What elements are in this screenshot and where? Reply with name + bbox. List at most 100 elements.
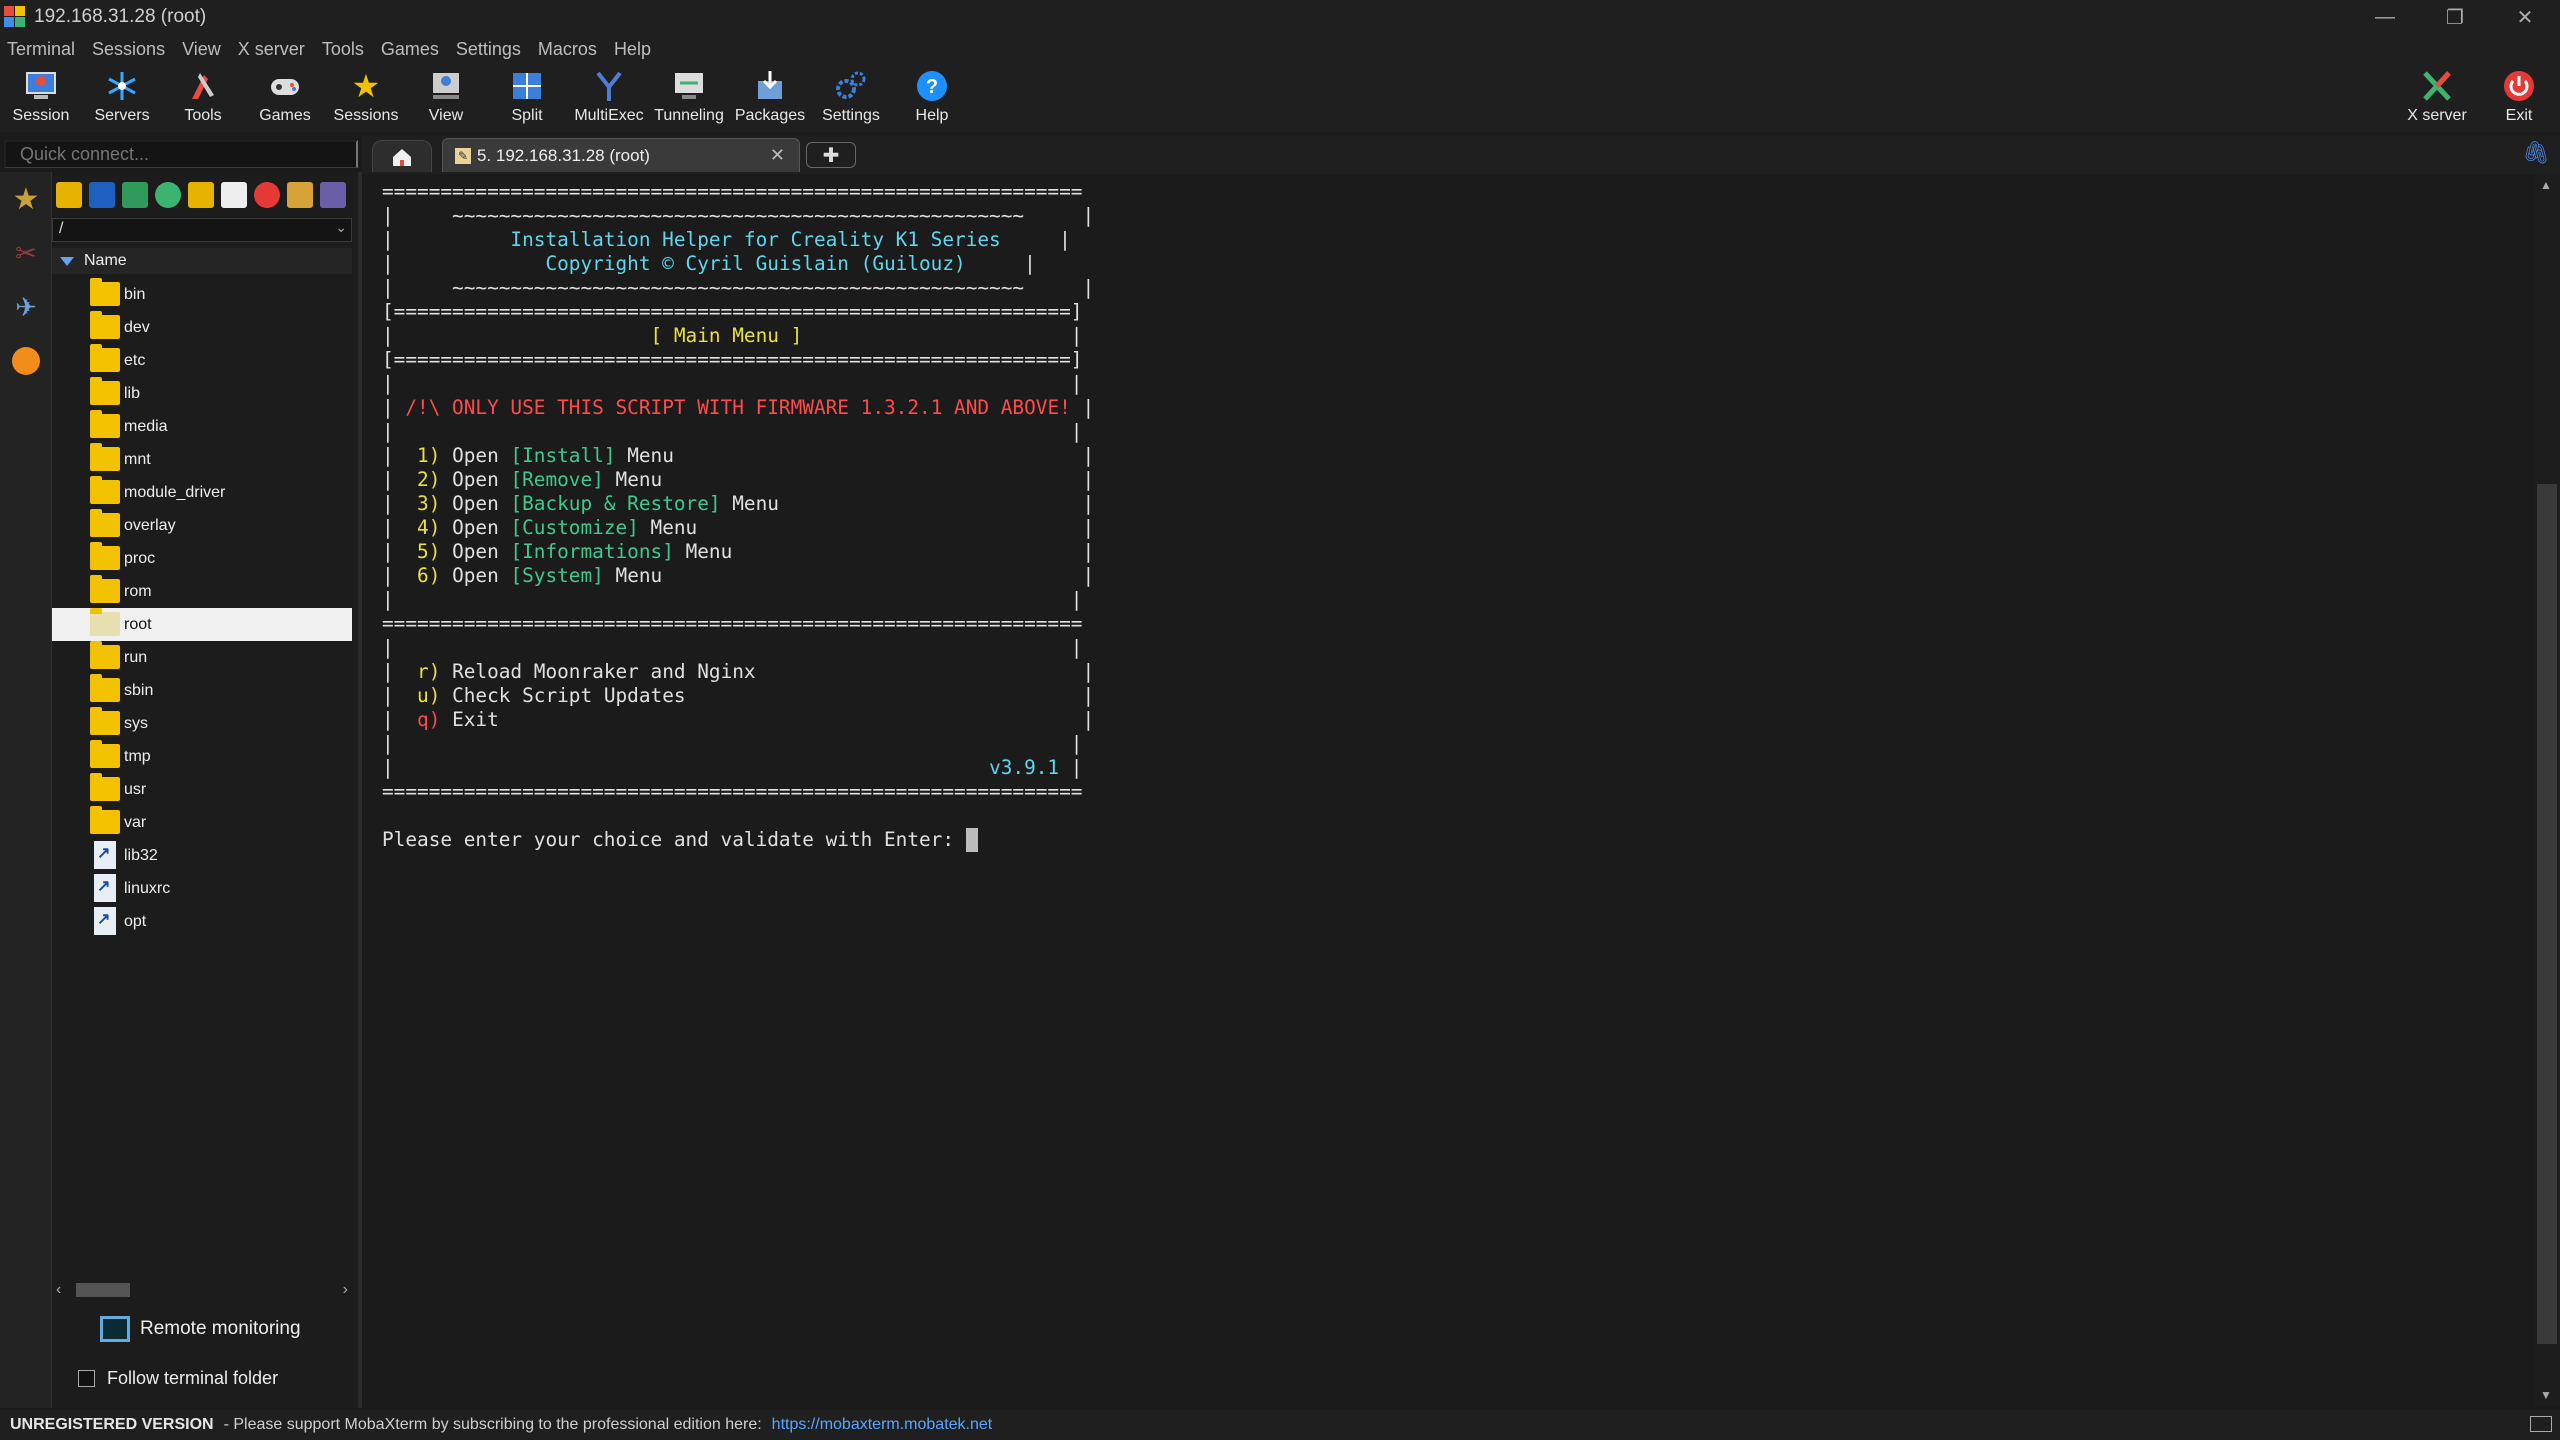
new-folder-icon[interactable] (188, 182, 214, 208)
sftp-horizontal-scrollbar[interactable]: ‹ › (52, 1280, 352, 1300)
new-file-icon[interactable] (221, 182, 247, 208)
folder-icon (90, 773, 120, 801)
terminal-scrollbar[interactable]: ▲ ▼ (2534, 174, 2560, 1406)
chevron-right-icon[interactable]: › (343, 1281, 348, 1299)
menu-settings[interactable]: Settings (449, 39, 531, 60)
terminal[interactable]: ========================================… (362, 174, 2534, 1406)
tunneling-button[interactable]: Tunneling (649, 64, 729, 132)
chevron-down-icon[interactable]: ⌄ (335, 219, 347, 236)
file-row-etc[interactable]: etc (52, 344, 352, 377)
remote-monitoring-button[interactable]: Remote monitoring (100, 1316, 301, 1342)
terminal-segment: [Remove] (510, 468, 604, 491)
menu-x-server[interactable]: X server (231, 39, 315, 60)
paperclip-icon[interactable]: 🖇 (2522, 140, 2550, 166)
file-row-linuxrc[interactable]: linuxrc (52, 872, 352, 905)
file-row-usr[interactable]: usr (52, 773, 352, 806)
ssh-session-icon: ✎ (455, 147, 471, 164)
mobaxterm-app-icon[interactable] (4, 6, 26, 28)
scroll-down-icon[interactable]: ▼ (2540, 1388, 2552, 1402)
file-row-rom[interactable]: rom (52, 575, 352, 608)
help-button[interactable]: ? Help (892, 64, 972, 132)
sessions-button[interactable]: ★ Sessions (326, 64, 406, 132)
terminal-segment: [Install] (510, 444, 616, 467)
file-row-lib[interactable]: lib (52, 377, 352, 410)
restore-icon[interactable]: ❐ (2420, 0, 2490, 34)
file-row-media[interactable]: media (52, 410, 352, 443)
download-icon[interactable] (89, 182, 115, 208)
file-row-sbin[interactable]: sbin (52, 674, 352, 707)
terminal-segment: | (382, 468, 418, 491)
new-tab-button[interactable]: ✚ (806, 142, 856, 168)
file-row-root[interactable]: root (52, 608, 352, 641)
menu-terminal[interactable]: Terminal (0, 39, 85, 60)
terminal-segment: Open (440, 516, 511, 539)
view-button[interactable]: View (406, 64, 486, 132)
upload-icon[interactable] (122, 182, 148, 208)
sidebar-sftp[interactable]: ✈ (0, 280, 52, 334)
folder-icon (90, 311, 120, 339)
terminal-segment: 6) (417, 564, 441, 587)
multiexec-button[interactable]: MultiExec (569, 64, 649, 132)
remote-monitoring-label: Remote monitoring (140, 1318, 301, 1339)
file-row-sys[interactable]: sys (52, 707, 352, 740)
file-row-var[interactable]: var (52, 806, 352, 839)
file-row-bin[interactable]: bin (52, 278, 352, 311)
servers-button[interactable]: Servers (82, 64, 162, 132)
close-icon[interactable]: ✕ (2490, 0, 2560, 34)
menu-macros[interactable]: Macros (531, 39, 607, 60)
sidebar-tools[interactable]: ✂ (0, 226, 52, 280)
file-row-opt[interactable]: opt (52, 905, 352, 938)
session-tab[interactable]: ✎ 5. 192.168.31.28 (root) ✕ (442, 138, 800, 172)
follow-terminal-folder-checkbox[interactable]: Follow terminal folder (78, 1368, 278, 1389)
menu-games[interactable]: Games (374, 39, 449, 60)
sidebar-macros[interactable] (0, 334, 52, 388)
sidebar-sessions-star[interactable]: ★ (0, 172, 52, 226)
packages-button[interactable]: Packages (730, 64, 810, 132)
games-button[interactable]: Games (245, 64, 325, 132)
menu-tools[interactable]: Tools (315, 39, 374, 60)
tools-button[interactable]: Tools (163, 64, 243, 132)
menu-sessions[interactable]: Sessions (85, 39, 175, 60)
terminal-segment: [Informations] (510, 540, 674, 563)
file-row-dev[interactable]: dev (52, 311, 352, 344)
terminal-segment: 5) (417, 540, 441, 563)
checkbox[interactable] (78, 1370, 95, 1387)
quick-connect-input[interactable] (4, 140, 358, 168)
file-row-run[interactable]: run (52, 641, 352, 674)
x-server-button[interactable]: X server (2397, 64, 2477, 132)
file-row-overlay[interactable]: overlay (52, 509, 352, 542)
chevron-left-icon[interactable]: ‹ (56, 1281, 61, 1299)
permissions-icon[interactable] (287, 182, 313, 208)
scrollbar-thumb[interactable] (76, 1283, 130, 1297)
close-tab-icon[interactable]: ✕ (770, 145, 785, 166)
scroll-up-icon[interactable]: ▲ (2540, 178, 2552, 192)
file-row-mnt[interactable]: mnt (52, 443, 352, 476)
file-row-module-driver[interactable]: module_driver (52, 476, 352, 509)
mobatek-link[interactable]: https://mobaxterm.mobatek.net (772, 1416, 993, 1434)
file-row-tmp[interactable]: tmp (52, 740, 352, 773)
sftp-path-input[interactable]: / ⌄ (52, 218, 352, 242)
keyboard-icon[interactable] (2530, 1416, 2552, 1432)
sftp-toolbar (52, 172, 358, 218)
file-row-proc[interactable]: proc (52, 542, 352, 575)
rename-icon[interactable] (320, 182, 346, 208)
terminal-line: | | (382, 636, 1094, 660)
menu-help[interactable]: Help (607, 39, 661, 60)
terminal-segment: | (1024, 204, 1095, 227)
terminal-segment: | | (382, 636, 1083, 659)
delete-icon[interactable] (254, 182, 280, 208)
scrollbar-thumb[interactable] (2537, 484, 2557, 1344)
minimize-icon[interactable]: — (2350, 0, 2420, 34)
session-button[interactable]: Session (1, 64, 81, 132)
name-column-header[interactable]: Name (52, 248, 352, 274)
terminal-segment: | (1059, 756, 1083, 779)
file-row-lib32[interactable]: lib32 (52, 839, 352, 872)
parent-folder-icon[interactable] (56, 182, 82, 208)
settings-button[interactable]: Settings (811, 64, 891, 132)
home-tab[interactable] (372, 140, 432, 172)
split-button[interactable]: Split (487, 64, 567, 132)
refresh-icon[interactable] (155, 182, 181, 208)
menu-view[interactable]: View (175, 39, 231, 60)
exit-button[interactable]: Exit (2479, 64, 2559, 132)
